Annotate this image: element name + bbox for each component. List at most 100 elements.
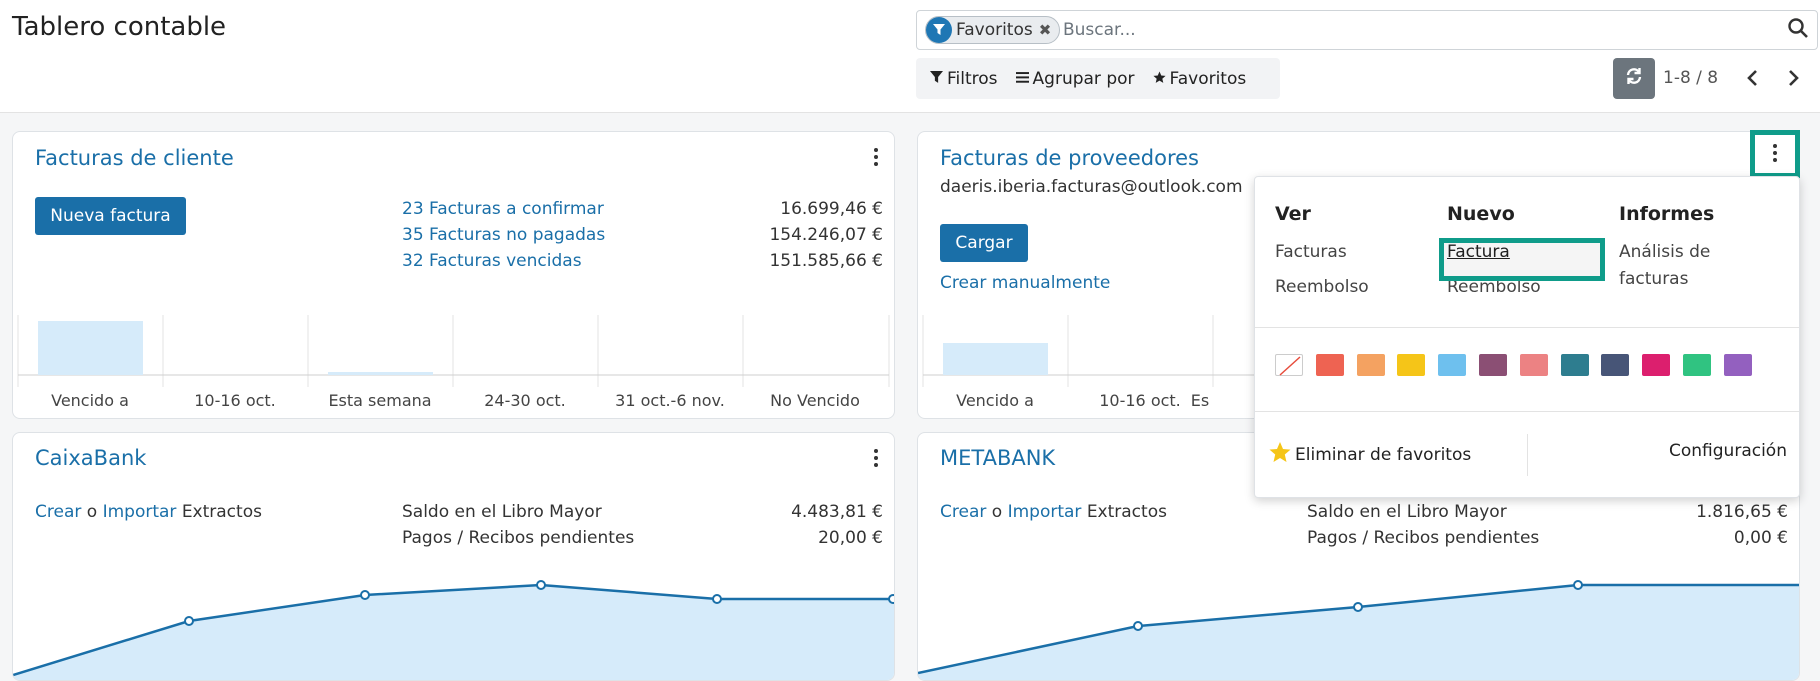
filters-button[interactable]: Filtros xyxy=(924,65,1004,93)
chart-tick: Vencido a xyxy=(51,391,129,410)
section-title: Ver xyxy=(1275,203,1311,225)
pager-value[interactable]: 1-8 / 8 xyxy=(1663,68,1718,88)
kebab-menu-icon[interactable] xyxy=(869,447,883,469)
star-icon xyxy=(1269,441,1291,468)
color-swatch[interactable] xyxy=(1560,354,1589,376)
ledger-balance-label: Saldo en el Libro Mayor xyxy=(402,502,602,522)
color-swatch[interactable] xyxy=(1601,354,1630,376)
card-title[interactable]: CaixaBank xyxy=(35,446,146,470)
or-text: o xyxy=(86,502,98,522)
create-manually-link[interactable]: Crear manualmente xyxy=(940,273,1110,293)
invoice-analysis-item[interactable]: Análisis de facturas xyxy=(1619,239,1714,293)
card-title[interactable]: METABANK xyxy=(940,446,1055,470)
section-title: Informes xyxy=(1619,203,1715,225)
remove-favorite-button[interactable]: Eliminar de favoritos xyxy=(1269,441,1471,468)
filter-icon xyxy=(930,69,943,89)
search-input[interactable] xyxy=(1063,11,1763,49)
settings-link[interactable]: Configuración xyxy=(1669,441,1787,461)
unpaid-invoices-link[interactable]: 35 Facturas no pagadas xyxy=(402,225,605,245)
color-swatch[interactable] xyxy=(1438,354,1467,376)
statements-text: Extractos xyxy=(181,502,262,522)
card-title[interactable]: Facturas de proveedores xyxy=(940,146,1199,170)
ledger-balance-amount: 1.816,65 € xyxy=(1696,502,1788,522)
group-by-button[interactable]: Agrupar por xyxy=(1010,65,1141,93)
color-swatch[interactable] xyxy=(1723,354,1752,376)
color-swatch[interactable] xyxy=(1683,354,1711,376)
card-title[interactable]: Facturas de cliente xyxy=(35,146,234,170)
star-icon xyxy=(1152,69,1166,89)
overdue-invoices-link[interactable]: 32 Facturas vencidas xyxy=(402,251,582,271)
upload-button[interactable]: Cargar xyxy=(940,224,1028,262)
caixabank-card: CaixaBank Crear o Importar Extractos Sal… xyxy=(12,432,895,681)
statement-actions: Crear o Importar Extractos xyxy=(35,502,262,522)
divider xyxy=(1255,411,1799,412)
pager-next-button[interactable] xyxy=(1780,62,1806,94)
color-swatch[interactable] xyxy=(1519,354,1548,376)
refresh-button[interactable] xyxy=(1613,58,1655,99)
view-refunds-item[interactable]: Reembolso xyxy=(1275,274,1369,301)
favorites-button[interactable]: Favoritos xyxy=(1147,65,1253,93)
divider xyxy=(1527,434,1528,476)
divider xyxy=(1255,327,1799,328)
pending-payments-label: Pagos / Recibos pendientes xyxy=(1307,528,1540,548)
chevron-right-icon xyxy=(1789,70,1799,86)
chart-point xyxy=(1573,580,1583,590)
or-text: o xyxy=(991,502,1003,522)
chevron-left-icon xyxy=(1747,70,1757,86)
chart-point xyxy=(536,580,546,590)
chart-tick: Esta semana xyxy=(328,391,432,410)
chart-point xyxy=(1133,621,1143,631)
chart-tick: Es xyxy=(1190,391,1210,410)
search-panel: Filtros Agrupar por Favoritos xyxy=(916,58,1280,99)
pending-payments-amount: 0,00 € xyxy=(1733,528,1788,548)
reports-section: Informes Análisis de facturas xyxy=(1619,203,1714,293)
color-swatch[interactable] xyxy=(1397,354,1426,376)
pager-previous-button[interactable] xyxy=(1740,62,1766,94)
search-icon[interactable] xyxy=(1787,17,1811,41)
view-invoices-item[interactable]: Facturas xyxy=(1275,239,1369,266)
import-link[interactable]: Importar xyxy=(1008,502,1082,522)
card-options-dropdown: Ver Facturas Reembolso Nuevo Factura Ree… xyxy=(1254,176,1800,498)
invoice-analysis-line2: facturas xyxy=(1619,269,1689,289)
invoice-analysis-line1: Análisis de xyxy=(1619,242,1711,262)
kebab-menu-icon[interactable] xyxy=(869,146,883,168)
group-by-label: Agrupar por xyxy=(1032,68,1135,89)
filters-label: Filtros xyxy=(947,68,998,89)
chart-point xyxy=(360,590,370,600)
unpaid-invoices-amount: 154.246,07 € xyxy=(769,225,883,245)
chart-tick: 10-16 oct. xyxy=(194,391,276,410)
overdue-invoices-amount: 151.585,66 € xyxy=(769,251,883,271)
search-bar[interactable]: Favoritos ✖ xyxy=(916,10,1818,50)
chart-bar xyxy=(38,321,143,375)
bank-balance-chart[interactable] xyxy=(13,577,895,681)
close-icon[interactable]: ✖ xyxy=(1039,21,1052,39)
new-invoice-button[interactable]: Nueva factura xyxy=(35,197,186,235)
invoices-to-confirm-link[interactable]: 23 Facturas a confirmar xyxy=(402,199,604,219)
view-section: Ver Facturas Reembolso xyxy=(1275,203,1369,301)
vendor-email: daeris.iberia.facturas@outlook.com xyxy=(940,177,1243,197)
create-link[interactable]: Crear xyxy=(35,502,81,522)
color-swatch[interactable] xyxy=(1479,354,1507,376)
create-link[interactable]: Crear xyxy=(940,502,986,522)
chart-bar xyxy=(328,372,433,375)
search-facet[interactable]: Favoritos ✖ xyxy=(925,16,1061,44)
color-swatch[interactable] xyxy=(1642,354,1671,376)
statements-text: Extractos xyxy=(1086,502,1167,522)
pending-payments-amount: 20,00 € xyxy=(818,528,883,548)
color-swatch[interactable] xyxy=(1356,354,1385,376)
chart-point xyxy=(888,594,894,604)
favorites-label: Favoritos xyxy=(1169,68,1247,89)
highlight-box xyxy=(1439,238,1605,281)
import-link[interactable]: Importar xyxy=(103,502,177,522)
bank-balance-chart[interactable] xyxy=(918,577,1800,681)
refresh-icon xyxy=(1624,66,1644,91)
no-color-swatch[interactable] xyxy=(1275,354,1303,376)
kebab-menu-icon[interactable] xyxy=(1768,142,1782,164)
chart-bar xyxy=(943,343,1048,375)
color-swatch[interactable] xyxy=(1315,354,1344,376)
pending-payments-label: Pagos / Recibos pendientes xyxy=(402,528,635,548)
control-panel: Tablero contable Favoritos ✖ Filtros Agr… xyxy=(0,0,1820,113)
chart-tick: No Vencido xyxy=(770,391,860,410)
remove-favorite-label: Eliminar de favoritos xyxy=(1295,444,1472,465)
filter-icon xyxy=(926,17,952,43)
